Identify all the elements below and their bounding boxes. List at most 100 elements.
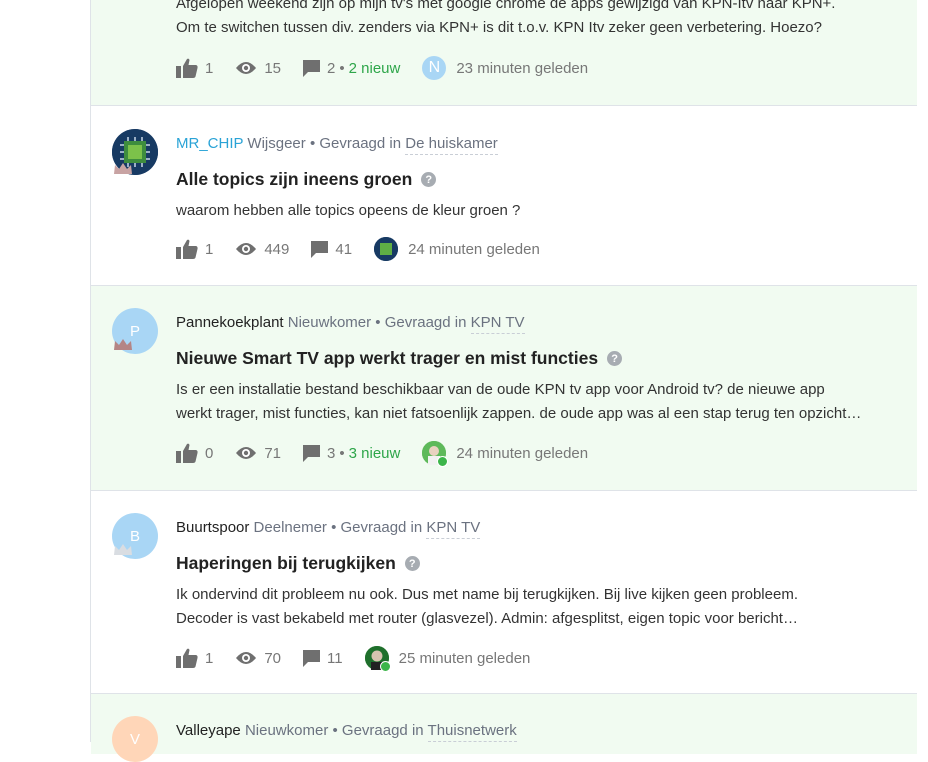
last-reply-avatar[interactable] [374,237,399,261]
asked-in-label: • Gevraagd in [332,722,424,739]
topic-meta: MR_CHIP Wijsgeer • Gevraagd in De huiska… [176,135,498,155]
topic-item[interactable]: MR_CHIP Wijsgeer • Gevraagd in De huiska… [91,106,917,286]
topic-stats: 1 15 2 • 2 nieuw N 23 minuten geleden [176,56,588,80]
replies-count: 3 [327,444,336,462]
replies-stat[interactable]: 11 [303,649,343,667]
likes-count: 1 [205,59,214,77]
topic-meta: Pannekoekplant Nieuwkomer • Gevraagd in … [176,314,525,334]
thumbs-up-icon [176,443,198,463]
category-link[interactable]: De huiskamer [405,135,498,155]
topic-item[interactable]: Afgelopen weekend zijn op mijn tv's met … [91,0,917,106]
last-reply-avatar[interactable]: N [422,56,447,80]
user-rank: Deelnemer [253,519,327,536]
views-count: 70 [264,649,282,667]
username-link[interactable]: MR_CHIP [176,135,243,152]
user-rank: Wijsgeer [247,135,306,152]
views-count: 71 [264,444,282,462]
user-rank: Nieuwkomer [244,722,329,739]
topic-title-text[interactable]: Haperingen bij terugkijken [176,553,396,574]
last-activity-time[interactable]: 24 minuten geleden [408,241,540,258]
question-icon: ? [404,556,420,571]
topic-excerpt: Is er een installatie bestand beschikbaa… [176,381,862,422]
asked-in-label: • Gevraagd in [331,519,423,536]
last-activity-time[interactable]: 25 minuten geleden [399,650,531,667]
username-link[interactable]: Valleyape [176,722,241,739]
eye-icon [236,447,257,459]
views-stat: 15 [235,60,281,77]
topic-item[interactable]: V Valleyape Nieuwkomer • Gevraagd in Thu… [91,694,917,762]
thumbs-up-icon [176,648,198,668]
topic-item[interactable]: B Buurtspoor Deelnemer • Gevraagd in KPN… [91,491,917,694]
likes-count: 1 [205,649,214,667]
last-reply-avatar[interactable] [422,441,449,467]
topic-meta: Buurtspoor Deelnemer • Gevraagd in KPN T… [176,519,481,539]
question-icon: ? [607,351,623,366]
topic-title[interactable]: Alle topics zijn ineens groen ? [176,169,437,190]
last-reply-avatar[interactable] [364,646,391,672]
comment-icon [311,240,329,258]
eye-icon [236,652,257,664]
avatar-letter: B [129,527,140,545]
likes-count: 1 [205,240,214,258]
topic-list: Afgelopen weekend zijn op mijn tv's met … [90,0,918,762]
topic-stats: 1 449 41 24 minuten geleden [176,237,540,261]
topic-stats: 0 71 3 • 3 nieuw 24 minuten geleden [176,441,588,467]
comment-icon [303,649,321,667]
left-gutter [0,0,90,742]
topic-title[interactable]: Haperingen bij terugkijken ? [176,553,420,574]
topic-title[interactable]: Nieuwe Smart TV app werkt trager en mist… [176,348,623,369]
topic-title-text[interactable]: Nieuwe Smart TV app werkt trager en mist… [176,348,598,369]
online-badge-icon [437,456,449,467]
topic-meta: Valleyape Nieuwkomer • Gevraagd in Thuis… [176,722,517,742]
replies-stat[interactable]: 2 • 2 nieuw [303,59,401,77]
topic-excerpt: Afgelopen weekend zijn op mijn tv's met … [176,0,836,36]
asked-in-label: • Gevraagd in [375,314,467,331]
username-link[interactable]: Buurtspoor [176,519,249,536]
views-stat: 71 [235,445,281,462]
topic-stats: 1 70 11 25 minuten geleden [176,646,531,672]
online-badge-icon [379,661,391,672]
chip-avatar-image [374,237,399,261]
replies-count: 41 [335,240,353,258]
likes-stat[interactable]: 1 [176,239,213,259]
username-link[interactable]: Pannekoekplant [176,314,284,331]
avatar-letter: V [129,730,140,748]
right-gutter [917,0,928,742]
new-replies-link[interactable]: 2 nieuw [349,60,401,77]
last-activity-time[interactable]: 24 minuten geleden [456,445,588,462]
separator-dot: • [339,59,345,77]
rank-crown-icon [114,163,132,174]
likes-stat[interactable]: 1 [176,58,213,78]
avatar-letter: N [428,59,441,76]
thumbs-up-icon [176,58,198,78]
topic-item[interactable]: P Pannekoekplant Nieuwkomer • Gevraagd i… [91,286,917,491]
new-replies-link[interactable]: 3 nieuw [349,445,401,462]
separator-dot: • [339,444,345,462]
replies-count: 2 [327,59,336,77]
views-count: 449 [264,240,290,258]
avatar-letter: P [129,322,140,340]
comment-icon [303,59,321,77]
last-activity-time[interactable]: 23 minuten geleden [456,60,588,77]
replies-stat[interactable]: 3 • 3 nieuw [303,444,401,462]
rank-crown-icon [114,339,132,350]
eye-icon [236,62,257,74]
eye-icon [236,243,257,255]
category-link[interactable]: KPN TV [470,314,525,334]
views-stat: 449 [235,241,289,258]
category-link[interactable]: Thuisnetwerk [427,722,517,742]
rank-crown-icon [114,544,132,555]
category-link[interactable]: KPN TV [426,519,481,539]
likes-stat[interactable]: 1 [176,648,213,668]
topic-title-text[interactable]: Alle topics zijn ineens groen [176,169,412,190]
replies-stat[interactable]: 41 [311,240,353,258]
topic-excerpt: Ik ondervind dit probleem nu ook. Dus me… [176,586,798,627]
asked-in-label: • Gevraagd in [309,135,402,152]
question-icon: ? [421,172,437,187]
comment-icon [303,444,321,462]
thumbs-up-icon [176,239,198,259]
replies-count: 11 [327,649,343,667]
likes-stat[interactable]: 0 [176,443,213,463]
likes-count: 0 [205,444,214,462]
user-avatar[interactable]: V [112,716,158,762]
